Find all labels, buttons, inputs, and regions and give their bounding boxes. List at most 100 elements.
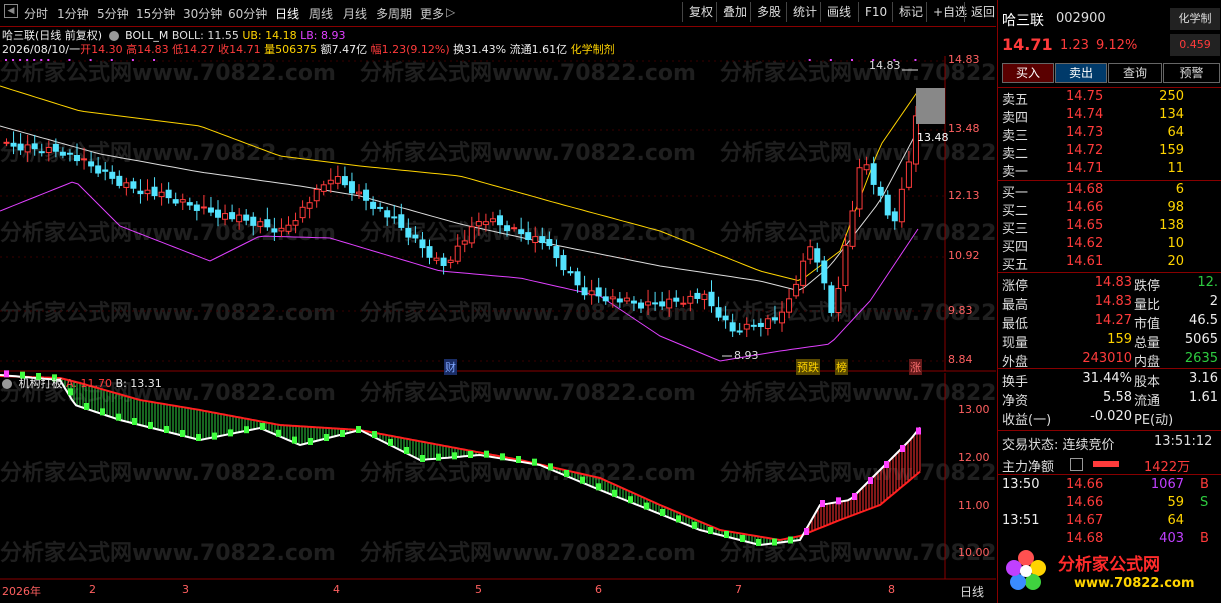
candle-body: [884, 194, 891, 216]
stat-row[interactable]: 换手 31.44% 股本 3.16: [1002, 371, 1218, 390]
candle-body: [285, 224, 292, 232]
stat-row[interactable]: 净资 5.58 流通 1.61: [1002, 390, 1218, 409]
indicator-block: [740, 535, 745, 542]
tick-time: 13:50: [1002, 477, 1040, 492]
candle-body: [165, 189, 172, 199]
chevron-left-icon[interactable]: ◀: [4, 4, 18, 18]
candle-body: [652, 302, 659, 305]
tick-side: S: [1200, 495, 1209, 510]
stat-row[interactable]: 最高 14.83 量比 2: [1002, 294, 1218, 313]
restore-rights-button[interactable]: 复权: [682, 2, 719, 22]
bid-row[interactable]: 买二 14.66 98: [1002, 200, 1218, 219]
tab-5min[interactable]: 5分钟: [97, 5, 129, 22]
bid-label: 买二: [1002, 204, 1029, 219]
candle-body: [581, 287, 588, 296]
more-arrow-icon[interactable]: ▷: [446, 5, 455, 19]
candle-body: [433, 257, 440, 261]
tab-60min[interactable]: 60分钟: [228, 5, 267, 22]
chart-icon[interactable]: [1070, 458, 1083, 471]
trade-time: 13:51:12: [1154, 434, 1213, 449]
candle-body: [426, 246, 433, 258]
limit-up-marker[interactable]: 涨: [909, 359, 922, 375]
bid-row[interactable]: 买三 14.65 138: [1002, 218, 1218, 237]
candle-body: [320, 184, 327, 192]
price-axis-label: 10.92: [948, 249, 980, 262]
tick-price: 14.67: [1066, 513, 1104, 528]
ask-row[interactable]: 卖三 14.73 64: [1002, 125, 1218, 144]
tab-monthly[interactable]: 月线: [343, 5, 367, 22]
ask-label: 卖五: [1002, 93, 1029, 108]
buy-button[interactable]: 买入: [1002, 63, 1054, 83]
sub-chart-name[interactable]: 机构打板: [19, 377, 63, 390]
tab-more[interactable]: 更多: [420, 5, 444, 22]
tick-row[interactable]: 13:50 14.66 1067 B: [1002, 477, 1218, 495]
candle-body: [623, 297, 630, 302]
finance-marker[interactable]: 财: [444, 359, 457, 375]
kline-chart[interactable]: [0, 26, 996, 603]
indicator-block: [100, 408, 105, 416]
cursor-price-box: [916, 88, 945, 124]
stat-row[interactable]: 外盘 243010 内盘 2635: [1002, 351, 1218, 370]
query-button[interactable]: 查询: [1108, 63, 1162, 83]
settings-icon[interactable]: [2, 379, 12, 389]
stat-row[interactable]: 收益(一) -0.020 PE(动): [1002, 409, 1218, 428]
stock-code: 002900: [1056, 11, 1106, 26]
bid-volume: 10: [1167, 236, 1184, 251]
tab-1min[interactable]: 1分钟: [57, 5, 89, 22]
indicator-block: [196, 434, 201, 441]
bid-row[interactable]: 买五 14.61 20: [1002, 254, 1218, 273]
candle-body: [384, 210, 391, 218]
sector-tag[interactable]: 化学制: [1170, 8, 1220, 30]
draw-line-button[interactable]: 画线: [820, 2, 857, 22]
ranking-marker[interactable]: 榜: [835, 359, 848, 375]
stat-label: 最高: [1002, 298, 1029, 313]
tick-row[interactable]: 14.68 403 B: [1002, 531, 1218, 549]
tab-daily[interactable]: 日线: [275, 5, 299, 22]
candle-body: [95, 165, 102, 174]
candle-body: [144, 189, 151, 195]
stat-row[interactable]: 最低 14.27 市值 46.5: [1002, 313, 1218, 332]
tab-multi-period[interactable]: 多周期: [376, 5, 412, 22]
ask-volume: 134: [1159, 107, 1184, 122]
tick-row[interactable]: 14.66 59 S: [1002, 495, 1218, 513]
indicator-block: [260, 423, 265, 430]
indicator-block: [644, 502, 649, 510]
bid-row[interactable]: 买四 14.62 10: [1002, 236, 1218, 255]
bid-row[interactable]: 买一 14.68 6: [1002, 182, 1218, 201]
tab-15min[interactable]: 15分钟: [136, 5, 175, 22]
overlay-button[interactable]: 叠加: [716, 2, 753, 22]
alert-button[interactable]: 预警: [1163, 63, 1220, 83]
candle-body: [193, 204, 200, 211]
divider: [998, 368, 1221, 369]
ask-price: 14.71: [1066, 161, 1104, 176]
multi-stock-button[interactable]: 多股: [750, 2, 787, 22]
signal-dot: [110, 59, 113, 61]
logo-text: 分析家公式网: [1058, 555, 1160, 575]
back-button[interactable]: 返回: [964, 2, 1001, 22]
f10-button[interactable]: F10: [858, 2, 893, 22]
statistics-button[interactable]: 统计: [786, 2, 823, 22]
candle-body: [905, 161, 912, 188]
pre-drop-marker[interactable]: 预跌: [796, 359, 820, 375]
tab-weekly[interactable]: 周线: [309, 5, 333, 22]
ask-volume: 159: [1159, 143, 1184, 158]
ask-row[interactable]: 卖一 14.71 11: [1002, 161, 1218, 180]
ask-row[interactable]: 卖二 14.72 159: [1002, 143, 1218, 162]
candle-body: [715, 307, 722, 318]
candle-body: [405, 227, 412, 238]
tick-row[interactable]: 13:51 14.67 64: [1002, 513, 1218, 531]
stat-row[interactable]: 现量 159 总量 5065: [1002, 332, 1218, 351]
candle-body: [454, 245, 461, 262]
candle-body: [412, 234, 419, 239]
tab-30min[interactable]: 30分钟: [183, 5, 222, 22]
ask-row[interactable]: 卖四 14.74 134: [1002, 107, 1218, 126]
stat-label: 流通: [1134, 394, 1161, 409]
sell-button[interactable]: 卖出: [1055, 63, 1107, 83]
stat-row[interactable]: 涨停 14.83 跌停 12.: [1002, 275, 1218, 294]
mark-button[interactable]: 标记: [892, 2, 929, 22]
candle-body: [863, 164, 870, 171]
candle-body: [278, 227, 285, 232]
high-marker-label: 14.83: [869, 59, 901, 72]
ask-row[interactable]: 卖五 14.75 250: [1002, 89, 1218, 108]
tab-fenshi[interactable]: 分时: [24, 5, 48, 22]
